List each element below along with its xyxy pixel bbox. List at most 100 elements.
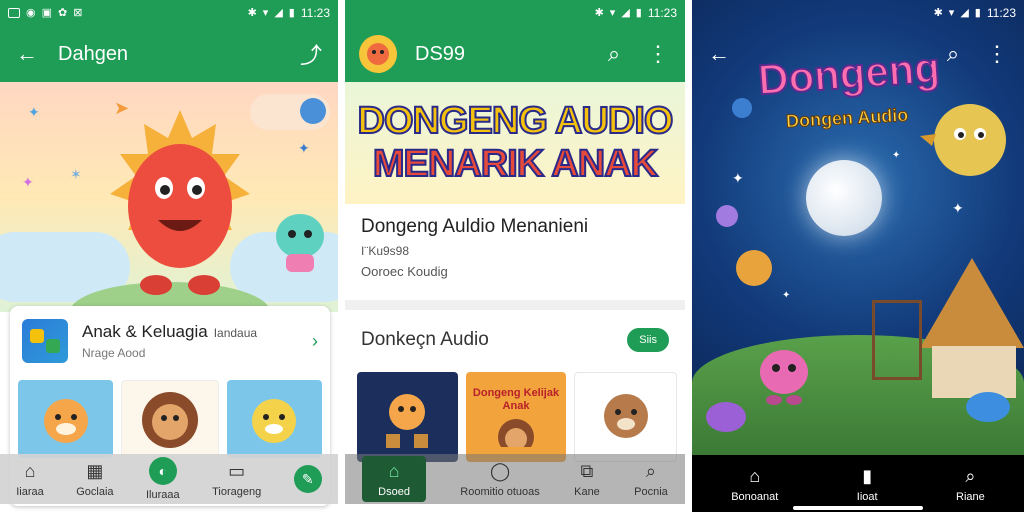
phone-middle: ✱ ▾ ◢ ▮ 11:23 DS99 ⌕ ⋮ DONGENG AUDIO MEN… xyxy=(345,0,685,512)
search-icon: ⌕ xyxy=(965,465,976,486)
notification-icon: ▣ xyxy=(41,6,53,19)
bluetooth-icon: ✱ xyxy=(594,6,604,19)
home-indicator[interactable] xyxy=(793,506,923,510)
bluetooth-icon: ✱ xyxy=(247,6,257,19)
nav-item-search[interactable]: ⌕ Pocnia xyxy=(634,460,668,498)
more-vert-icon[interactable]: ⋮ xyxy=(645,41,671,67)
nav-item-favorites[interactable]: ◯ Roomitio otuoas xyxy=(460,460,540,498)
arrow-left-icon[interactable]: ← xyxy=(14,41,40,67)
status-bar: ✱ ▾ ◢ ▮ 11:23 xyxy=(692,0,1024,26)
sparkle-icon: ✦ xyxy=(28,104,40,120)
nav-item-screen[interactable]: ▭ Tiorageng xyxy=(212,460,261,498)
nav-item-green[interactable]: ◐ Iluraaa xyxy=(146,457,180,501)
star-icon: ✦ xyxy=(732,170,744,186)
bottom-nav: ⌂ Iiaraa ▦ Goclaia ◐ Iluraaa ▭ Tiorageng… xyxy=(0,454,338,504)
nav-item-games[interactable]: ⧉ Kane xyxy=(574,460,600,498)
status-bar: ◉ ▣ ✿ ⊠ ✱ ▾ ◢ ▮ 11:23 xyxy=(0,0,338,26)
star-icon: ✦ xyxy=(782,290,791,301)
nav-item-home[interactable]: ⌂ Dsoed xyxy=(362,456,426,502)
green-creature-character xyxy=(276,214,324,272)
app-subtitle: Nrage Aood xyxy=(82,346,146,360)
wifi-icon: ▾ xyxy=(262,6,269,19)
app-developer: Ooroec Koudig xyxy=(361,264,448,279)
windmill-frame xyxy=(872,300,922,380)
nav-label: Iluraaa xyxy=(146,489,180,501)
nav-label: Bonoanat xyxy=(731,490,779,503)
search-icon: ⌕ xyxy=(645,461,656,481)
battery-icon: ▮ xyxy=(974,6,981,19)
see-all-button[interactable]: Siis xyxy=(627,328,669,352)
thumbnail-lion[interactable] xyxy=(121,380,219,458)
battery-icon: ▮ xyxy=(288,6,295,19)
planet-shape xyxy=(732,98,752,118)
nav-item-home[interactable]: ⌂ Iiaraa xyxy=(16,460,44,498)
phone-right: ✦ ✦ ✦ ✦ ✱ ▾ ◢ ▮ 11:23 ← ⌕ ⋮ Dongeng Dong… xyxy=(692,0,1024,512)
nav-item-grid[interactable]: ▦ Goclaia xyxy=(76,460,113,498)
battery-icon: ▮ xyxy=(635,6,642,19)
nav-label: Pocnia xyxy=(634,486,668,498)
app-logo-icon xyxy=(359,35,397,73)
wifi-icon: ▾ xyxy=(948,6,955,19)
nav-label: Riane xyxy=(956,490,985,503)
nav-label: Tiorageng xyxy=(212,486,262,498)
app-icon xyxy=(22,319,68,363)
app-title: Dongeng Auldio Menanieni xyxy=(361,216,589,237)
banner-line-1: DONGENG AUDIO xyxy=(357,99,675,143)
story-card-space[interactable] xyxy=(357,372,458,462)
nav-label: Kane xyxy=(574,486,600,498)
house-body xyxy=(932,346,1016,398)
nav-item-fab[interactable]: ✎ xyxy=(293,465,322,493)
section-header: Donkeçn Audio Siis xyxy=(361,328,669,352)
story-card-beaver[interactable] xyxy=(574,372,678,462)
bluetooth-icon: ✱ xyxy=(933,6,943,19)
nav-item-home[interactable]: ⌂ Bonoanat xyxy=(731,465,778,503)
more-vert-icon[interactable]: ⋮ xyxy=(984,41,1010,67)
arrow-left-icon[interactable]: ← xyxy=(706,41,732,67)
phone-icon: ▮ xyxy=(862,465,873,486)
bubble-icon xyxy=(300,98,326,124)
nav-label: Dsoed xyxy=(378,486,410,498)
signal-icon: ◢ xyxy=(274,6,283,19)
star-icon: ✦ xyxy=(892,150,901,161)
circle-icon: ◯ xyxy=(489,461,511,481)
pink-creature-character xyxy=(760,350,808,405)
thumbnail-cat[interactable] xyxy=(226,380,322,458)
status-bar: ✱ ▾ ◢ ▮ 11:23 xyxy=(345,0,685,26)
nav-item-center[interactable]: ▮ Iioat xyxy=(857,465,878,503)
search-icon[interactable]: ⌕ xyxy=(601,41,627,67)
section-title: Donkeçn Audio xyxy=(361,329,489,350)
star-icon: ✦ xyxy=(952,200,964,216)
home-icon: ⌂ xyxy=(388,461,400,481)
thumbnail-tiger[interactable] xyxy=(18,380,114,458)
grid-icon: ▦ xyxy=(86,461,104,481)
app-name: Anak & Keluagia Iandaua xyxy=(82,322,298,342)
home-icon: ⌂ xyxy=(749,465,761,486)
thumbnail-row xyxy=(18,380,322,458)
search-icon[interactable]: ⌕ xyxy=(940,41,966,67)
status-time: 11:23 xyxy=(300,6,330,20)
app-details: Dongeng Auldio Menanieni I¨Ku9s98 Ooroec… xyxy=(361,216,669,279)
nav-label: Roomitio otuoas xyxy=(460,486,540,498)
app-name-text: Anak & Keluagia xyxy=(82,322,208,341)
status-time: 11:23 xyxy=(647,6,677,20)
planet-shape xyxy=(736,250,772,286)
story-card-lion[interactable]: Dongeng Kelijak Anak xyxy=(465,372,567,462)
signal-icon: ◢ xyxy=(960,6,969,19)
signal-icon: ◢ xyxy=(621,6,630,19)
planet-shape xyxy=(716,205,738,227)
hero-illustration: ✦ ✦ ✦ ✶ ➤ xyxy=(0,82,338,312)
moon-shape xyxy=(806,160,882,236)
wifi-icon: ▾ xyxy=(609,6,616,19)
purple-rock-shape xyxy=(706,402,746,432)
nav-item-search[interactable]: ⌕ Riane xyxy=(956,465,985,503)
app-row[interactable]: Anak & Keluagia Iandaua Nrage Aood › xyxy=(22,316,318,366)
chevron-right-icon[interactable]: › xyxy=(312,331,318,352)
notification-icon: ⊠ xyxy=(73,6,83,19)
share-icon[interactable]: ⤴ xyxy=(298,38,324,70)
blue-rock-shape xyxy=(966,392,1010,422)
banner-line-2: MENARIK ANAK xyxy=(372,142,659,186)
house-roof xyxy=(920,258,1024,348)
page-title: DS99 xyxy=(415,42,466,65)
notification-icon xyxy=(8,8,20,18)
app-bar: DS99 ⌕ ⋮ xyxy=(345,26,685,82)
